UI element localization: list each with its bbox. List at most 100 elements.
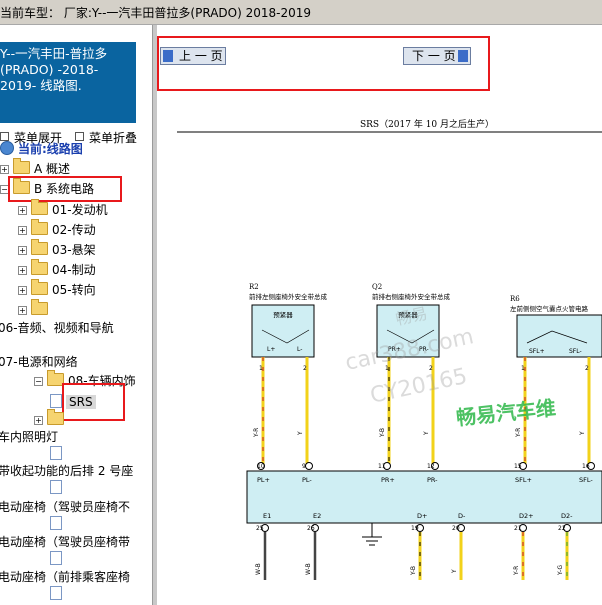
tree-item-extra[interactable]: 电动座椅（驾驶员座椅带 <box>0 533 130 551</box>
wire-color-label: Y-R <box>515 428 522 438</box>
sidebar-header-line: (PRADO) -2018- <box>0 62 99 77</box>
folder-icon <box>31 259 48 275</box>
pin-number: 2 <box>303 365 307 372</box>
connector-code: Q2 <box>372 283 382 291</box>
folder-icon <box>31 279 48 295</box>
wire-color-label: Y <box>423 431 430 436</box>
document-icon <box>50 446 62 460</box>
connector-desc: 左前侧侧空气囊点火管电路 <box>510 304 589 313</box>
tree-item-07[interactable]: 07-电源和网络 <box>0 353 78 371</box>
ecu-pin-number: 20 <box>452 525 460 532</box>
tree-item-page[interactable] <box>50 585 62 603</box>
folder-icon <box>31 239 48 255</box>
sidebar: Y--一汽丰田-普拉多 (PRADO) -2018- 2019- 线路图. 菜单… <box>0 25 152 605</box>
ecu-pin-number: 10 <box>257 463 265 470</box>
tree-item-05[interactable]: +05-转向 <box>18 279 96 299</box>
watermark: 畅易 car388.com CY20165 <box>343 304 476 409</box>
folder-icon <box>13 158 30 174</box>
pin-number: 1 <box>259 365 263 372</box>
document-icon <box>50 551 62 565</box>
pin-label: SFL- <box>569 348 582 355</box>
watermark-brand-text: 畅易汽车维 <box>455 396 557 430</box>
expand-toggle-icon[interactable]: + <box>18 206 27 215</box>
ecu-pin-label: PL- <box>302 476 312 484</box>
pin-label: L- <box>297 346 302 353</box>
menu-collapse-button[interactable]: 菜单折叠 <box>75 129 137 146</box>
ecu-top-pins <box>257 462 595 470</box>
wire-color-label: W-B <box>255 563 262 575</box>
tree-item-03[interactable]: +03-悬架 <box>18 239 96 259</box>
ecu-pin-label: D- <box>458 512 466 520</box>
tree-item-06[interactable]: 06-音频、视频和导航 <box>0 319 114 337</box>
tree-item-page[interactable] <box>50 515 62 533</box>
expand-toggle-icon[interactable]: + <box>18 246 27 255</box>
connector-desc: 前排右侧座椅外安全带总成 <box>372 292 451 301</box>
pin-number: 2 <box>585 365 589 372</box>
ecu-pin-number: 16 <box>582 463 590 470</box>
tree-item-01[interactable]: +01-发动机 <box>18 199 108 219</box>
ecu-pin-label: PR+ <box>381 476 395 484</box>
ecu-pin-number: 22 <box>558 525 566 532</box>
ecu-pin-number: 21 <box>514 525 522 532</box>
tree-item-current[interactable]: 当前:线路图 <box>0 140 83 158</box>
expand-toggle-icon[interactable]: + <box>18 286 27 295</box>
folder-icon <box>47 409 64 425</box>
wire-color-label: W-B <box>305 563 312 575</box>
tree-item-extra[interactable]: 电动座椅（驾驶员座椅不 <box>0 498 130 516</box>
pin-number: 1 <box>521 365 525 372</box>
wire-color-label: Y <box>297 431 304 436</box>
tree-item-page[interactable] <box>50 445 62 463</box>
tree-item-folder[interactable]: + <box>18 299 48 319</box>
connector-desc: 前排左侧座椅外安全带总成 <box>249 292 328 301</box>
folder-icon <box>31 299 48 315</box>
highlight-box <box>8 176 122 202</box>
highlight-box <box>62 383 125 421</box>
expand-toggle-icon[interactable]: + <box>18 226 27 235</box>
ecu-pin-number: 9 <box>302 463 306 470</box>
tree-item-page[interactable] <box>50 479 62 497</box>
ecu-pin-label: D2- <box>561 512 573 520</box>
ecu-pin-number: 15 <box>514 463 522 470</box>
pin-label: SFL+ <box>529 348 545 355</box>
wire-color-label: Y-B <box>410 566 417 576</box>
expand-toggle-icon[interactable]: + <box>0 165 9 174</box>
ecu-pin-label: PR- <box>427 476 438 484</box>
document-icon <box>50 480 62 494</box>
globe-icon <box>0 141 14 155</box>
window-title-bar: 当前车型： 厂家:Y--一汽丰田普拉多(PRADO) 2018-2019 <box>0 0 602 25</box>
wire-color-label: Y-G <box>557 565 564 576</box>
tree-item-extra[interactable]: 带收起功能的后排 2 号座 <box>0 462 133 480</box>
wire-color-label: Y <box>579 431 586 436</box>
tree-item-page[interactable] <box>50 550 62 568</box>
document-icon <box>50 394 62 408</box>
expand-toggle-icon[interactable]: + <box>18 306 27 315</box>
document-icon <box>50 586 62 600</box>
ecu-pin-label: D2+ <box>519 512 534 520</box>
connector-code: R6 <box>510 295 520 303</box>
tree-item-04[interactable]: +04-制动 <box>18 259 96 279</box>
ecu-pin-label: E2 <box>313 512 321 520</box>
ecu-pin-label: PL+ <box>257 476 270 484</box>
ecu-pin-number: 19 <box>411 525 419 532</box>
expand-toggle-icon[interactable]: + <box>34 416 43 425</box>
ecu-pin-number: 11 <box>378 463 386 470</box>
connector-code: R2 <box>249 283 259 291</box>
watermark-text: CY20165 <box>368 364 469 409</box>
window-title: 当前车型： 厂家:Y--一汽丰田普拉多(PRADO) 2018-2019 <box>0 6 311 20</box>
ecu-pin-label: E1 <box>263 512 271 520</box>
tree-item-extra[interactable]: 电动座椅（前排乘客座椅 <box>0 568 130 586</box>
wire-color-label: Y-R <box>253 428 260 438</box>
wire-color-label: Y <box>451 569 458 574</box>
collapse-toggle-icon[interactable]: − <box>34 377 43 386</box>
ecu-pin-number: 25 <box>256 525 264 532</box>
tree-item-extra[interactable]: 车内照明灯 <box>0 428 58 446</box>
tree-item-02[interactable]: +02-传动 <box>18 219 96 239</box>
wire-color-label: Y-B <box>379 428 386 438</box>
ecu-pin-label: SFL+ <box>515 476 532 484</box>
document-viewer: 上 一 页 下 一 页 SRS（2017 年 10 月之后生产） R2 前排左侧… <box>157 25 602 605</box>
tree-item-folder[interactable]: + <box>34 409 64 429</box>
expand-toggle-icon[interactable]: + <box>18 266 27 275</box>
ecu-pin-label: SFL- <box>579 476 593 484</box>
pin-label: L+ <box>267 346 275 353</box>
wire-color-label: Y-R <box>513 566 520 576</box>
